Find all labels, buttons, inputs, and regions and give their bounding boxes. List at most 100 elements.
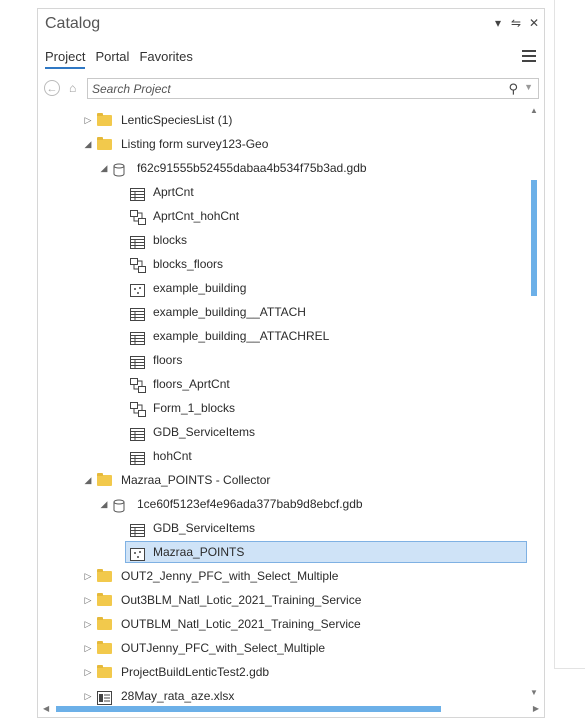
table-icon bbox=[130, 425, 145, 441]
folder-icon bbox=[97, 588, 112, 612]
pin-icon[interactable]: ⇋ bbox=[510, 16, 522, 30]
tree-item-label: OUTBLM_Natl_Lotic_2021_Training_Service bbox=[121, 617, 361, 631]
tree-item-label: Mazraa_POINTS - Collector bbox=[121, 473, 271, 487]
close-icon[interactable]: ✕ bbox=[528, 16, 540, 30]
home-icon[interactable]: ⌂ bbox=[69, 81, 83, 95]
table-icon bbox=[130, 521, 145, 537]
tree-item[interactable]: ◢ f62c91555b52455dabaa4b534f75b3ad.gdb bbox=[38, 156, 528, 180]
catalog-title-bar: Catalog ▾ ⇋ ✕ bbox=[38, 9, 544, 39]
tree-item[interactable]: blocks_floors bbox=[38, 252, 528, 276]
tree-item-label: Listing form survey123-Geo bbox=[121, 137, 269, 151]
title-bar-controls: ▾ ⇋ ✕ bbox=[492, 16, 540, 30]
tree-item[interactable]: GDB_ServiceItems bbox=[38, 516, 528, 540]
table-icon bbox=[130, 305, 145, 321]
tree-item-label: example_building__ATTACH bbox=[153, 305, 306, 319]
collapse-triangle-icon[interactable]: ▷ bbox=[83, 588, 93, 612]
tree-item[interactable]: AprtCnt_hohCnt bbox=[38, 204, 528, 228]
table-icon bbox=[130, 185, 145, 201]
back-arrow-icon[interactable]: ← bbox=[44, 80, 60, 96]
search-icon[interactable]: ⚲ bbox=[508, 81, 518, 97]
vertical-scrollbar[interactable]: ▲ ▼ bbox=[529, 106, 541, 701]
tree-item-label: f62c91555b52455dabaa4b534f75b3ad.gdb bbox=[137, 161, 367, 175]
collapse-triangle-icon[interactable]: ▷ bbox=[83, 636, 93, 660]
tree-item[interactable]: floors bbox=[38, 348, 528, 372]
collapse-triangle-icon[interactable]: ▷ bbox=[83, 660, 93, 684]
collapse-triangle-icon[interactable]: ▷ bbox=[83, 612, 93, 636]
tree-item[interactable]: example_building__ATTACH bbox=[38, 300, 528, 324]
tree-item[interactable]: example_building__ATTACHREL bbox=[38, 324, 528, 348]
tree-item[interactable]: ▷ OUTBLM_Natl_Lotic_2021_Training_Service bbox=[38, 612, 528, 636]
collapse-triangle-icon[interactable]: ▷ bbox=[83, 564, 93, 588]
table-icon bbox=[130, 329, 145, 345]
tab-project[interactable]: Project bbox=[45, 49, 86, 69]
point-feature-class-icon bbox=[130, 545, 145, 561]
tree-item[interactable]: Form_1_blocks bbox=[38, 396, 528, 420]
tree-item-label: OUT2_Jenny_PFC_with_Select_Multiple bbox=[121, 569, 339, 583]
background-divider bbox=[554, 0, 555, 668]
pane-title: Catalog bbox=[45, 15, 101, 32]
expand-triangle-icon[interactable]: ◢ bbox=[99, 492, 109, 516]
tree-item[interactable]: example_building bbox=[38, 276, 528, 300]
tree-item-label: GDB_ServiceItems bbox=[153, 425, 256, 439]
tree-item-label: OUTJenny_PFC_with_Select_Multiple bbox=[121, 641, 326, 655]
table-icon bbox=[130, 449, 145, 465]
tree-item[interactable]: ◢ Mazraa_POINTS - Collector bbox=[38, 468, 528, 492]
background-area bbox=[545, 0, 585, 720]
horizontal-scroll-thumb[interactable] bbox=[56, 706, 441, 712]
background-divider bbox=[554, 668, 585, 669]
expand-triangle-icon[interactable]: ◢ bbox=[99, 156, 109, 180]
tree-item[interactable]: ▷ OUTJenny_PFC_with_Select_Multiple bbox=[38, 636, 528, 660]
scroll-right-arrow-icon[interactable]: ▶ bbox=[533, 704, 539, 713]
database-icon bbox=[113, 161, 128, 177]
tree-item[interactable]: ◢ 1ce60f5123ef4e96ada377bab9d8ebcf.gdb bbox=[38, 492, 528, 516]
database-icon bbox=[113, 497, 128, 513]
tree-item-label: Mazraa_POINTS bbox=[153, 545, 245, 559]
folder-icon bbox=[97, 612, 112, 636]
tree-item[interactable]: ◢ Listing form survey123-Geo bbox=[38, 132, 528, 156]
tree-item[interactable]: blocks bbox=[38, 228, 528, 252]
expand-triangle-icon[interactable]: ◢ bbox=[83, 132, 93, 156]
collapse-triangle-icon[interactable]: ▷ bbox=[83, 108, 93, 132]
relationship-class-icon bbox=[130, 209, 146, 225]
folder-icon bbox=[97, 636, 112, 660]
tree-item-label: blocks_floors bbox=[153, 257, 224, 271]
tree-item-label: GDB_ServiceItems bbox=[153, 521, 256, 535]
tree-item-label: hohCnt bbox=[153, 449, 192, 463]
tree-item-label: example_building__ATTACHREL bbox=[153, 329, 330, 343]
point-feature-class-icon bbox=[130, 281, 145, 297]
catalog-tree: ▷ LenticSpeciesList (1) ◢ Listing form surv… bbox=[38, 106, 528, 706]
tree-item-label: floors_AprtCnt bbox=[153, 377, 230, 391]
relationship-class-icon bbox=[130, 377, 146, 393]
horizontal-scrollbar[interactable]: ◀ ▶ bbox=[43, 703, 539, 715]
folder-icon bbox=[97, 108, 112, 132]
search-input[interactable] bbox=[92, 81, 492, 96]
tab-portal[interactable]: Portal bbox=[95, 49, 129, 69]
folder-icon bbox=[97, 132, 112, 156]
search-dropdown-icon[interactable]: ▼ bbox=[524, 82, 533, 92]
tree-item-label: blocks bbox=[153, 233, 188, 247]
relationship-class-icon bbox=[130, 401, 146, 417]
chevron-down-icon[interactable]: ▾ bbox=[492, 16, 504, 30]
tree-item-label: ProjectBuildLenticTest2.gdb bbox=[121, 665, 270, 679]
tree-item[interactable]: ▷ ProjectBuildLenticTest2.gdb bbox=[38, 660, 528, 684]
scroll-up-arrow-icon[interactable]: ▲ bbox=[530, 106, 538, 115]
tree-item-label: AprtCnt bbox=[153, 185, 194, 199]
tree-item[interactable]: AprtCnt bbox=[38, 180, 528, 204]
hamburger-menu-icon[interactable] bbox=[522, 50, 536, 65]
vertical-scroll-thumb[interactable] bbox=[531, 180, 537, 296]
tab-favorites[interactable]: Favorites bbox=[139, 49, 192, 69]
table-icon bbox=[130, 353, 145, 369]
tree-item[interactable]: Mazraa_POINTS bbox=[38, 540, 528, 564]
spreadsheet-icon bbox=[97, 689, 112, 705]
tree-item[interactable]: GDB_ServiceItems bbox=[38, 420, 528, 444]
tree-item[interactable]: ▷ Out3BLM_Natl_Lotic_2021_Training_Servic… bbox=[38, 588, 528, 612]
tree-item[interactable]: ▷ OUT2_Jenny_PFC_with_Select_Multiple bbox=[38, 564, 528, 588]
tree-item[interactable]: hohCnt bbox=[38, 444, 528, 468]
tree-item[interactable]: floors_AprtCnt bbox=[38, 372, 528, 396]
tree-item-label: LenticSpeciesList (1) bbox=[121, 113, 233, 127]
scroll-left-arrow-icon[interactable]: ◀ bbox=[43, 704, 49, 713]
tree-item[interactable]: ▷ LenticSpeciesList (1) bbox=[38, 108, 528, 132]
tree-item-label: AprtCnt_hohCnt bbox=[153, 209, 240, 223]
expand-triangle-icon[interactable]: ◢ bbox=[83, 468, 93, 492]
scroll-down-arrow-icon[interactable]: ▼ bbox=[530, 688, 538, 697]
